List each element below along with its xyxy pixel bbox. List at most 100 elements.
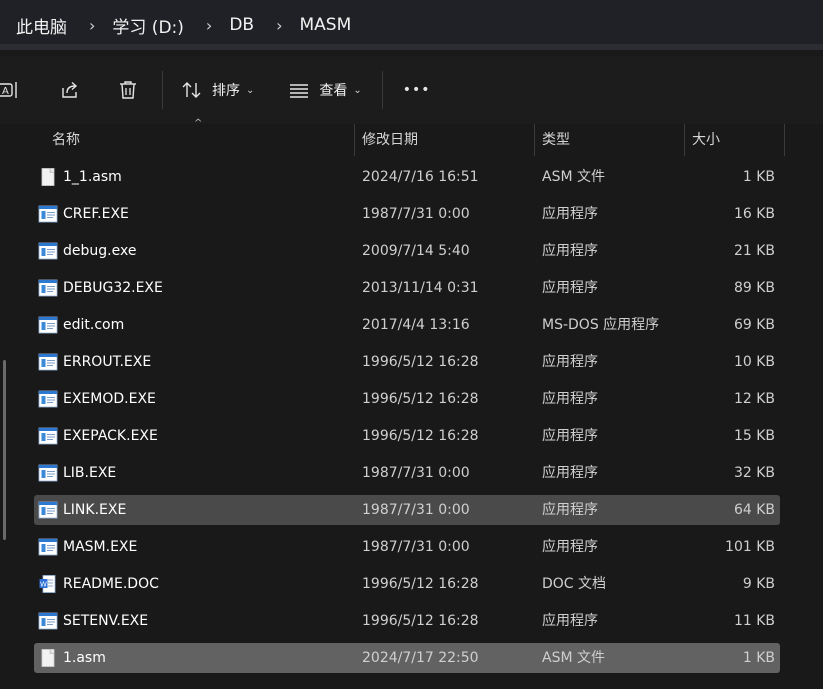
file-row[interactable]: debug.exe 2009/7/14 5:40 应用程序 21 KB bbox=[34, 236, 780, 266]
address-bar-border bbox=[0, 44, 823, 50]
file-name[interactable]: edit.com bbox=[63, 310, 124, 340]
file-size: 11 KB bbox=[733, 613, 775, 629]
file-row[interactable]: EXEMOD.EXE 1996/5/12 16:28 应用程序 12 KB bbox=[34, 384, 780, 414]
share-button[interactable] bbox=[58, 79, 82, 101]
file-row[interactable]: LINK.EXE 1987/7/31 0:00 应用程序 64 KB bbox=[34, 495, 780, 525]
chevron-down-icon: ⌄ bbox=[353, 84, 362, 96]
file-name[interactable]: DEBUG32.EXE bbox=[63, 273, 163, 303]
file-row[interactable]: CREF.EXE 1987/7/31 0:00 应用程序 16 KB bbox=[34, 199, 780, 229]
file-name[interactable]: MASM.EXE bbox=[63, 532, 137, 562]
application-icon bbox=[38, 242, 58, 260]
file-name[interactable]: 1_1.asm bbox=[63, 162, 122, 192]
file-name[interactable]: debug.exe bbox=[63, 236, 136, 266]
column-header-date[interactable]: 修改日期 bbox=[362, 124, 418, 156]
column-divider[interactable] bbox=[684, 124, 685, 156]
file-size: 101 KB bbox=[725, 539, 775, 555]
application-icon bbox=[38, 390, 58, 408]
chevron-right-icon[interactable]: › bbox=[206, 16, 212, 35]
file-size: 1 KB bbox=[742, 650, 775, 666]
file-type: 应用程序 bbox=[542, 206, 598, 222]
file-type: ASM 文件 bbox=[542, 169, 605, 185]
file-modified-date: 1996/5/12 16:28 bbox=[362, 428, 479, 444]
trash-icon bbox=[120, 81, 136, 99]
file-size: 32 KB bbox=[733, 465, 775, 481]
file-type: 应用程序 bbox=[542, 502, 598, 518]
column-header-row: ^ 名称 修改日期 类型 大小 bbox=[34, 118, 794, 156]
file-name[interactable]: LINK.EXE bbox=[63, 495, 126, 525]
file-size: 9 KB bbox=[742, 576, 775, 592]
file-type: 应用程序 bbox=[542, 243, 598, 259]
file-row[interactable]: DEBUG32.EXE 2013/11/14 0:31 应用程序 89 KB bbox=[34, 273, 780, 303]
file-row[interactable]: MASM.EXE 1987/7/31 0:00 应用程序 101 KB bbox=[34, 532, 780, 562]
chevron-right-icon[interactable]: › bbox=[89, 16, 95, 35]
sort-label: 排序 bbox=[212, 83, 240, 99]
file-size: 64 KB bbox=[733, 502, 775, 518]
share-icon bbox=[62, 81, 78, 98]
file-size: 12 KB bbox=[733, 391, 775, 407]
file-size: 16 KB bbox=[733, 206, 775, 222]
file-name[interactable]: SETENV.EXE bbox=[63, 606, 148, 636]
application-icon bbox=[38, 464, 58, 482]
chevron-down-icon: ⌄ bbox=[246, 84, 255, 96]
column-header-name[interactable]: 名称 bbox=[52, 124, 80, 156]
file-row[interactable]: 1.asm 2024/7/17 22:50 ASM 文件 1 KB bbox=[34, 643, 780, 673]
file-modified-date: 2013/11/14 0:31 bbox=[362, 280, 479, 296]
rename-button[interactable]: A bbox=[0, 80, 20, 100]
application-icon bbox=[38, 279, 58, 297]
address-bar[interactable]: 此电脑 › 学习 (D:) › DB › MASM bbox=[0, 0, 823, 50]
breadcrumb-masm[interactable]: MASM bbox=[299, 15, 351, 35]
sort-button[interactable]: 排序 ⌄ bbox=[181, 79, 254, 101]
file-name[interactable]: EXEPACK.EXE bbox=[63, 421, 158, 451]
file-modified-date: 1996/5/12 16:28 bbox=[362, 391, 479, 407]
file-name[interactable]: LIB.EXE bbox=[63, 458, 116, 488]
file-size: 1 KB bbox=[742, 169, 775, 185]
file-size: 69 KB bbox=[733, 317, 775, 333]
application-icon bbox=[38, 612, 58, 630]
more-options-button[interactable]: ••• bbox=[403, 82, 431, 98]
column-divider[interactable] bbox=[784, 124, 785, 156]
file-row[interactable]: W README.DOC 1996/5/12 16:28 DOC 文档 9 KB bbox=[34, 569, 780, 599]
file-type: MS-DOS 应用程序 bbox=[542, 317, 660, 333]
application-icon bbox=[38, 427, 58, 445]
column-divider[interactable] bbox=[534, 124, 535, 156]
file-row[interactable]: ERROUT.EXE 1996/5/12 16:28 应用程序 10 KB bbox=[34, 347, 780, 377]
chevron-right-icon[interactable]: › bbox=[276, 16, 282, 35]
toolbar-divider bbox=[162, 71, 163, 109]
file-name[interactable]: EXEMOD.EXE bbox=[63, 384, 156, 414]
file-name[interactable]: CREF.EXE bbox=[63, 199, 129, 229]
file-modified-date: 1996/5/12 16:28 bbox=[362, 354, 479, 370]
file-type: ASM 文件 bbox=[542, 650, 605, 666]
delete-button[interactable] bbox=[116, 79, 140, 101]
file-type: 应用程序 bbox=[542, 280, 598, 296]
file-type: DOC 文档 bbox=[542, 576, 607, 592]
breadcrumb-db[interactable]: DB bbox=[229, 15, 254, 35]
breadcrumb-drive-d[interactable]: 学习 (D:) bbox=[112, 13, 184, 38]
file-modified-date: 2024/7/17 22:50 bbox=[362, 650, 479, 666]
file-row[interactable]: EXEPACK.EXE 1996/5/12 16:28 应用程序 15 KB bbox=[34, 421, 780, 451]
file-row[interactable]: 1_1.asm 2024/7/16 16:51 ASM 文件 1 KB bbox=[34, 162, 780, 192]
view-button[interactable]: 查看 ⌄ bbox=[288, 79, 362, 101]
column-header-size[interactable]: 大小 bbox=[692, 124, 720, 156]
word-document-icon: W bbox=[39, 575, 56, 593]
view-label: 查看 bbox=[319, 83, 348, 99]
rename-icon: A bbox=[0, 82, 17, 98]
svg-text:W: W bbox=[40, 581, 47, 589]
file-name[interactable]: README.DOC bbox=[63, 569, 159, 599]
file-row[interactable]: edit.com 2017/4/4 13:16 MS-DOS 应用程序 69 KB bbox=[34, 310, 780, 340]
file-row[interactable]: SETENV.EXE 1996/5/12 16:28 应用程序 11 KB bbox=[34, 606, 780, 636]
file-modified-date: 1987/7/31 0:00 bbox=[362, 465, 470, 481]
file-name[interactable]: ERROUT.EXE bbox=[63, 347, 151, 377]
asm-file-icon bbox=[41, 168, 55, 186]
file-row[interactable]: LIB.EXE 1987/7/31 0:00 应用程序 32 KB bbox=[34, 458, 780, 488]
breadcrumb-this-pc[interactable]: 此电脑 bbox=[16, 13, 67, 38]
application-icon bbox=[38, 501, 58, 519]
application-icon bbox=[38, 205, 58, 223]
column-divider[interactable] bbox=[354, 124, 355, 156]
vertical-scrollbar[interactable] bbox=[3, 360, 6, 540]
file-name[interactable]: 1.asm bbox=[63, 643, 106, 673]
toolbar-divider bbox=[381, 71, 383, 109]
file-type: 应用程序 bbox=[542, 465, 598, 481]
column-header-type[interactable]: 类型 bbox=[542, 124, 570, 156]
svg-text:A: A bbox=[2, 86, 9, 97]
file-modified-date: 1987/7/31 0:00 bbox=[362, 539, 470, 555]
